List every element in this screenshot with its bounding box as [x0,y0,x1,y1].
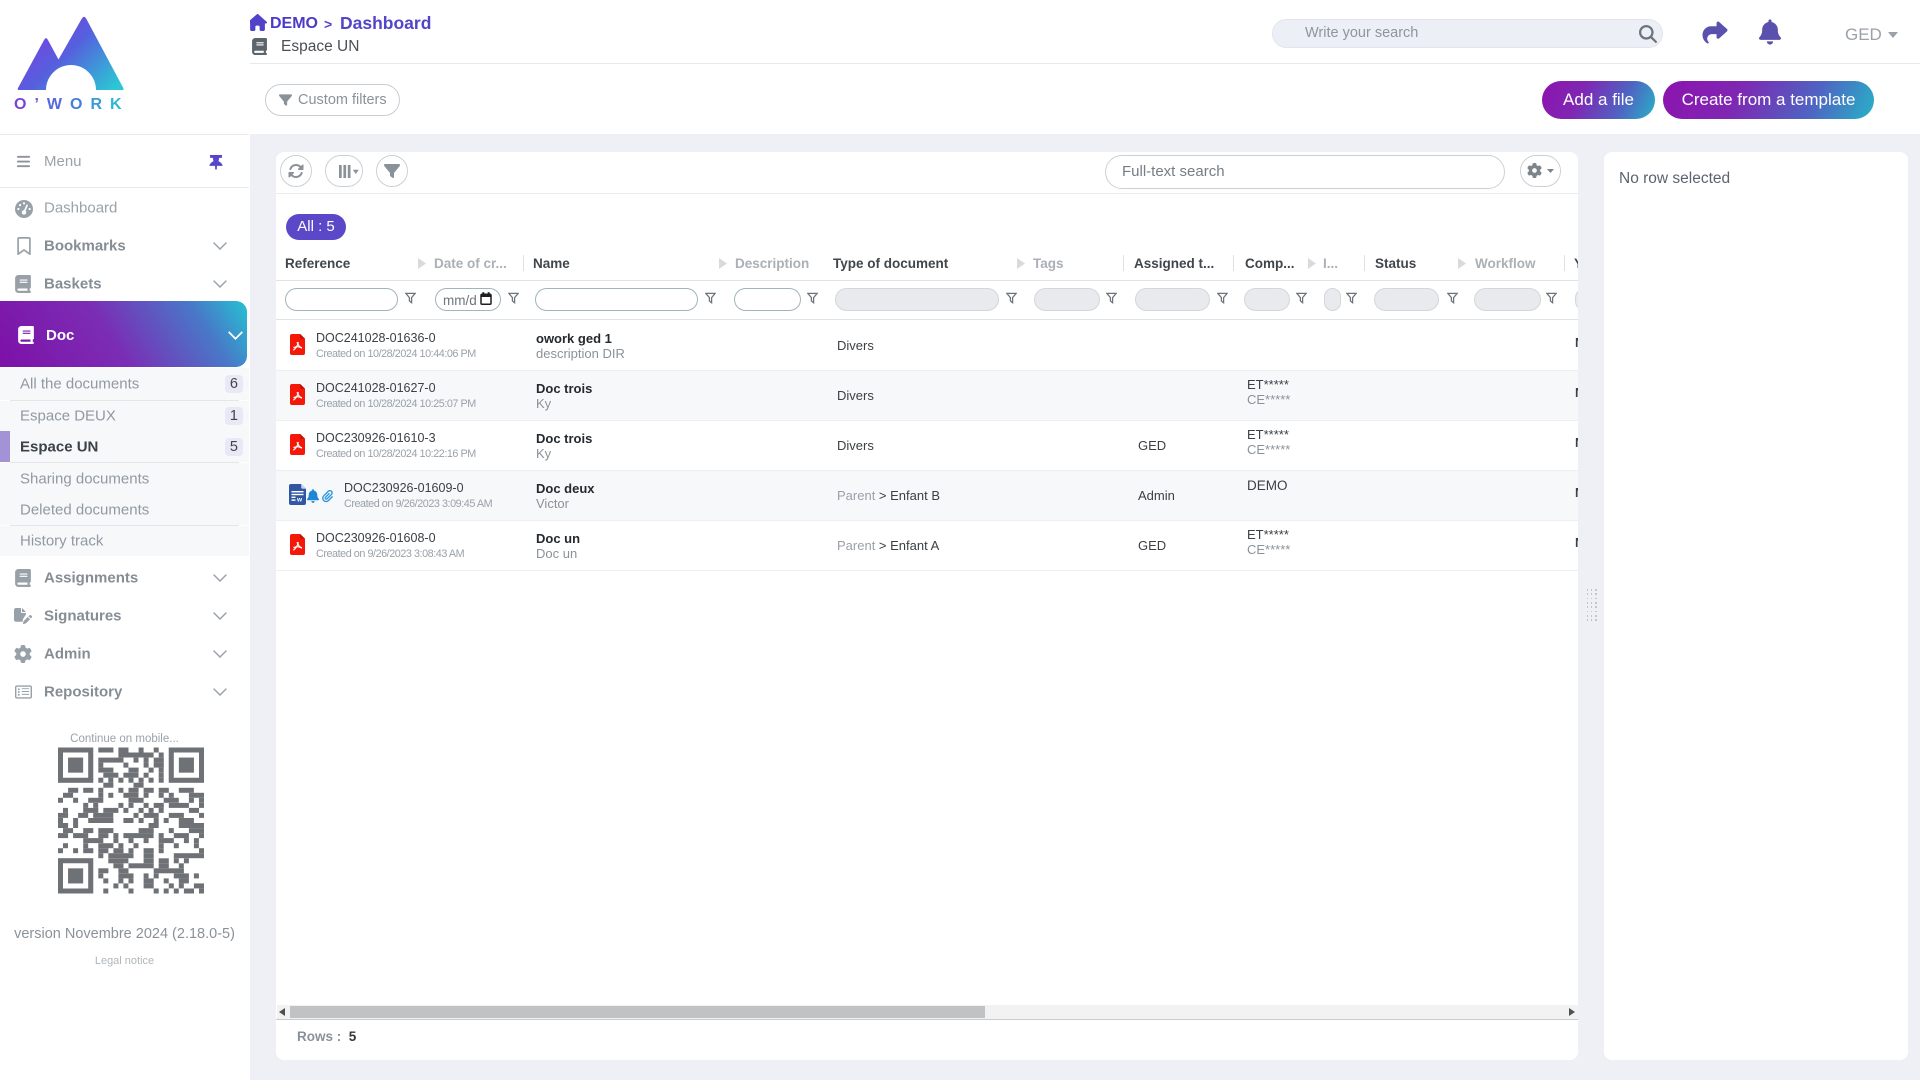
svg-text:w: w [296,497,303,504]
